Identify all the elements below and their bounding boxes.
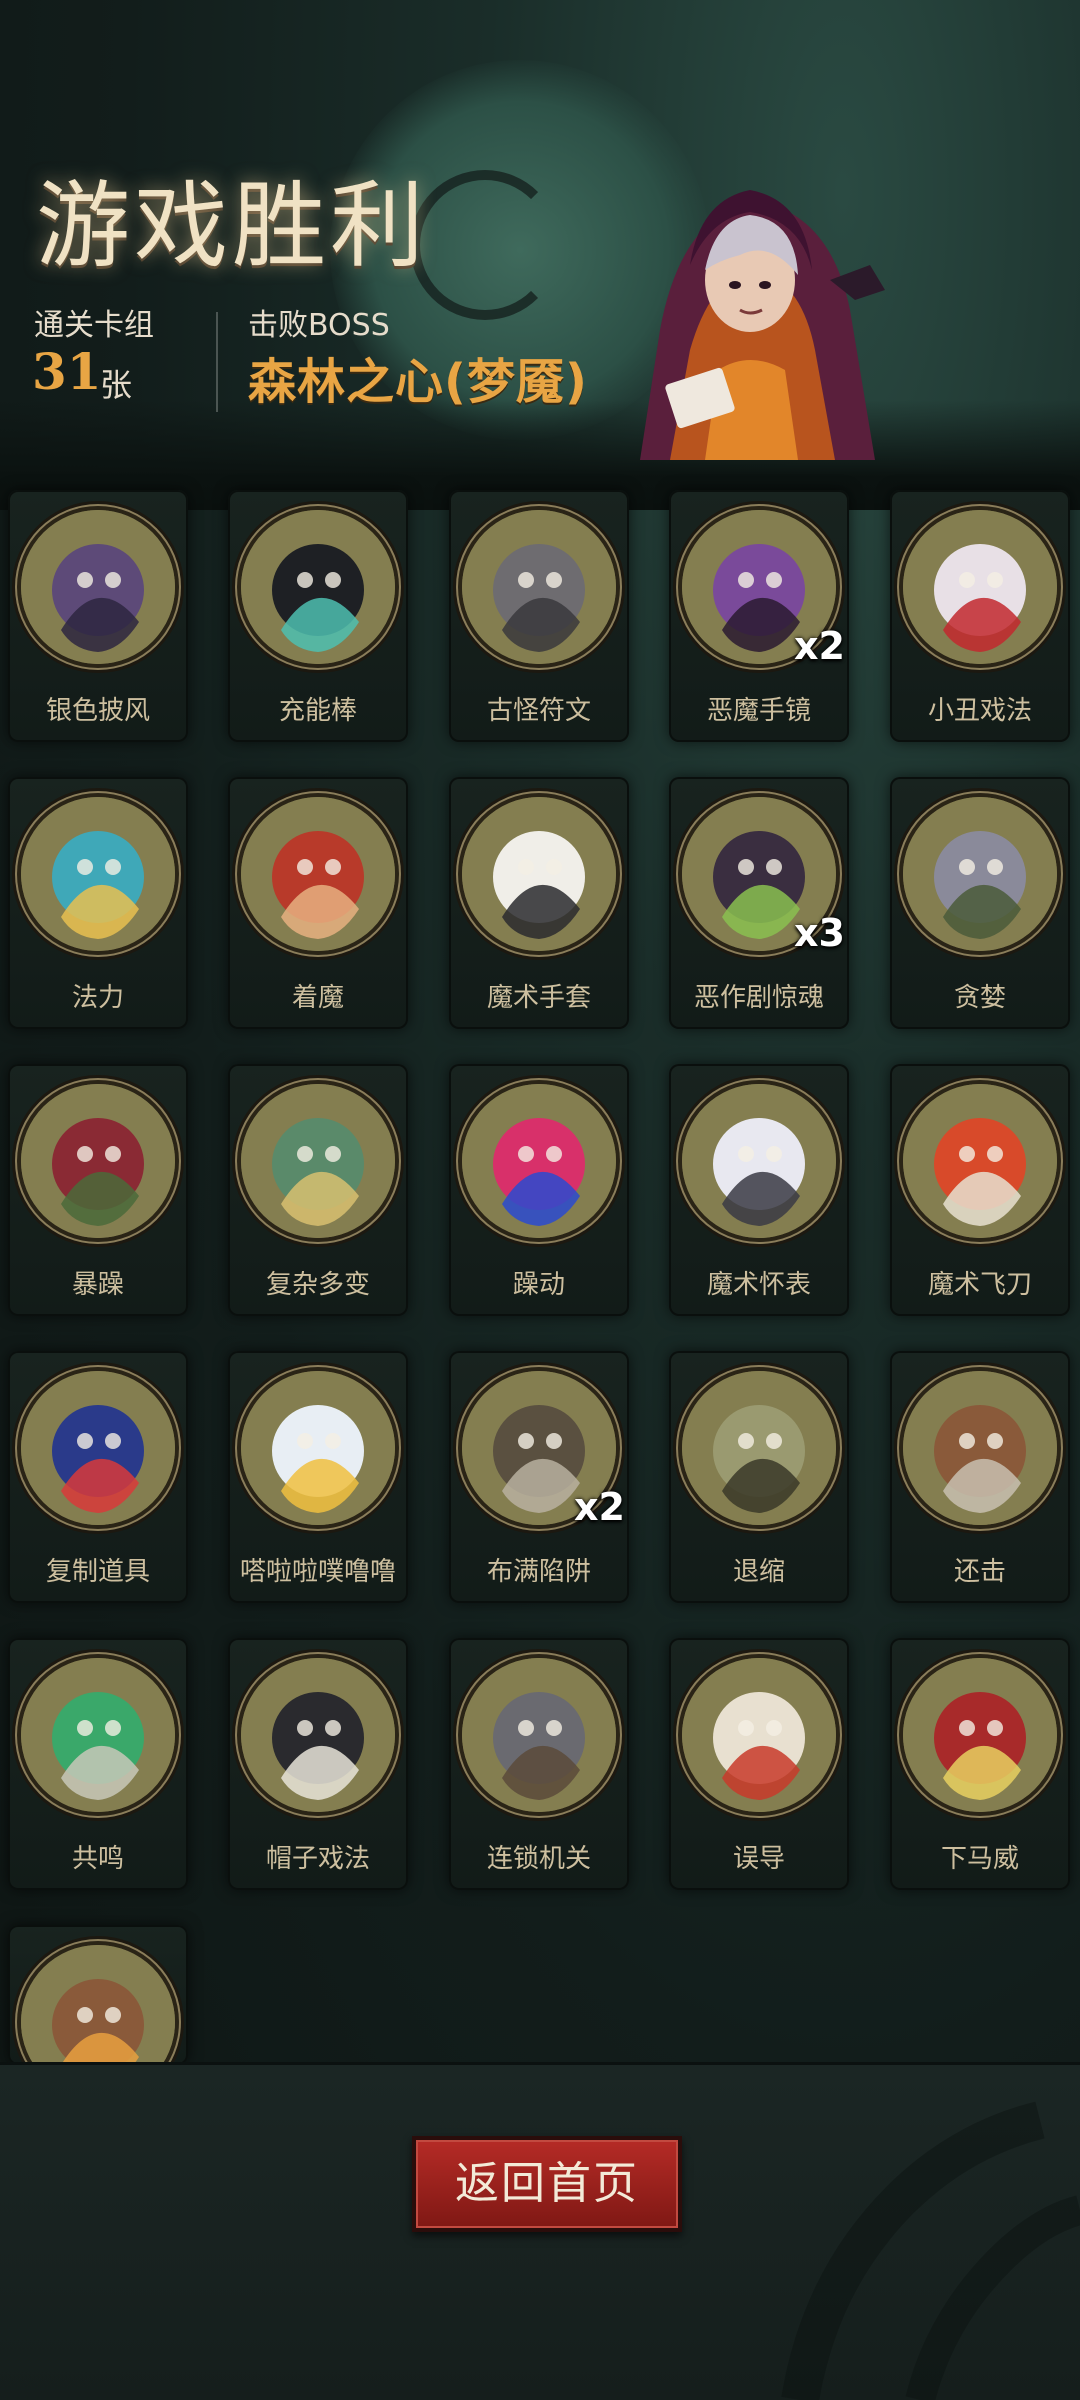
card-count-badge: x2 bbox=[794, 624, 845, 668]
card-label: 充能棒 bbox=[278, 696, 357, 726]
card-label: 银色披风 bbox=[45, 696, 150, 726]
card-label: 法力 bbox=[71, 983, 124, 1013]
card-label: 古怪符文 bbox=[486, 696, 591, 726]
card-label: 误导 bbox=[732, 1844, 785, 1874]
top-hat-rabbit-icon bbox=[241, 1658, 395, 1812]
card-label: 共鸣 bbox=[71, 1844, 124, 1874]
chain-trap-icon bbox=[462, 1658, 616, 1812]
card-label: 布满陷阱 bbox=[486, 1557, 591, 1587]
deck-label: 通关卡组 bbox=[34, 308, 154, 343]
card-item[interactable]: 贪婪 bbox=[890, 777, 1070, 1029]
card-item[interactable]: x2 布满陷阱 bbox=[449, 1351, 629, 1603]
card-item[interactable]: 银色披风 bbox=[8, 490, 188, 742]
card-label: 连锁机关 bbox=[486, 1844, 591, 1874]
retreat-icon bbox=[682, 1371, 836, 1525]
victory-screen: 游戏胜利 通关卡组 31 张 击败BOSS 森林之心(梦魇) 银色披风 充能棒 古怪… bbox=[0, 0, 1080, 2400]
magic-glove-icon bbox=[462, 797, 616, 951]
card-label: 复杂多变 bbox=[265, 1270, 370, 1300]
wand-icon bbox=[241, 510, 395, 664]
robot-girl-icon bbox=[241, 1371, 395, 1525]
card-label: 帽子戏法 bbox=[265, 1844, 370, 1874]
card-label: 小丑戏法 bbox=[927, 696, 1032, 726]
card-item[interactable]: 魔术飞刀 bbox=[890, 1064, 1070, 1316]
card-item[interactable]: 古怪符文 bbox=[449, 490, 629, 742]
owl-icon bbox=[21, 1945, 175, 2065]
card-label: 复制道具 bbox=[45, 1557, 150, 1587]
misdirection-skull-icon bbox=[682, 1658, 836, 1812]
rune-stone-icon bbox=[462, 510, 616, 664]
card-item[interactable]: x2 恶魔手镜 bbox=[669, 490, 849, 742]
card-item[interactable]: 误导 bbox=[669, 1638, 849, 1890]
card-label: 暴躁 bbox=[71, 1270, 124, 1300]
card-item[interactable]: 连锁机关 bbox=[449, 1638, 629, 1890]
card-item[interactable]: 暴躁 bbox=[8, 1064, 188, 1316]
card-item[interactable]: 还击 bbox=[890, 1351, 1070, 1603]
intimidation-icon bbox=[903, 1658, 1057, 1812]
card-label: 嗒啦啦噗噜噜 bbox=[239, 1557, 396, 1587]
card-label: 恶作剧惊魂 bbox=[693, 983, 824, 1013]
card-item[interactable]: 共鸣 bbox=[8, 1638, 188, 1890]
card-item[interactable]: 躁动 bbox=[449, 1064, 629, 1316]
pocket-watch-icon bbox=[682, 1084, 836, 1238]
cloak-icon bbox=[21, 510, 175, 664]
card-item[interactable]: 下马威 bbox=[890, 1638, 1070, 1890]
deck-unit: 张 bbox=[100, 366, 133, 404]
boss-label: 击败BOSS bbox=[248, 308, 390, 343]
card-item[interactable]: 着魔 bbox=[228, 777, 408, 1029]
knife-clown-icon bbox=[903, 1084, 1057, 1238]
card-label: 贪婪 bbox=[953, 983, 1006, 1013]
resonance-skulls-icon bbox=[21, 1658, 175, 1812]
card-item[interactable]: 复杂多变 bbox=[228, 1064, 408, 1316]
card-label: 退缩 bbox=[732, 1557, 785, 1587]
card-grid: 银色披风 充能棒 古怪符文 x2 恶魔手镜 小丑戏法法力 着魔 魔术手套 x3 恶作剧惊魂 贪婪暴躁… bbox=[0, 490, 1080, 2070]
card-label: 恶魔手镜 bbox=[706, 696, 811, 726]
deck-count: 31 bbox=[32, 342, 102, 401]
cube-cluster-icon bbox=[241, 1084, 395, 1238]
greedy-goblin-icon bbox=[903, 797, 1057, 951]
card-label: 还击 bbox=[953, 1557, 1006, 1587]
counterattack-icon bbox=[903, 1371, 1057, 1525]
card-label: 魔术飞刀 bbox=[927, 1270, 1032, 1300]
card-item[interactable]: 退缩 bbox=[669, 1351, 849, 1603]
return-home-button[interactable]: 返回首页 bbox=[412, 2136, 682, 2232]
duplicate-icon bbox=[21, 1371, 175, 1525]
card-item[interactable]: 小丑戏法 bbox=[890, 490, 1070, 742]
card-item[interactable] bbox=[8, 1925, 188, 2065]
card-item[interactable]: 法力 bbox=[8, 777, 188, 1029]
card-label: 躁动 bbox=[512, 1270, 565, 1300]
card-item[interactable]: 魔术手套 bbox=[449, 777, 629, 1029]
card-label: 魔术手套 bbox=[486, 983, 591, 1013]
result-header: 游戏胜利 通关卡组 31 张 击败BOSS 森林之心(梦魇) bbox=[0, 0, 1080, 460]
card-item[interactable]: 复制道具 bbox=[8, 1351, 188, 1603]
clown-icon bbox=[903, 510, 1057, 664]
witch-character-illustration bbox=[640, 190, 885, 460]
card-item[interactable]: 魔术怀表 bbox=[669, 1064, 849, 1316]
card-item[interactable]: x3 恶作剧惊魂 bbox=[669, 777, 849, 1029]
card-item[interactable]: 嗒啦啦噗噜噜 bbox=[228, 1351, 408, 1603]
card-count-badge: x2 bbox=[574, 1485, 625, 1529]
card-item[interactable]: 充能棒 bbox=[228, 490, 408, 742]
angry-ogre-icon bbox=[21, 1084, 175, 1238]
card-label: 魔术怀表 bbox=[706, 1270, 811, 1300]
stat-divider bbox=[216, 312, 218, 412]
card-label: 下马威 bbox=[940, 1844, 1019, 1874]
restless-flame-icon bbox=[462, 1084, 616, 1238]
possessed-man-icon bbox=[241, 797, 395, 951]
card-item[interactable]: 帽子戏法 bbox=[228, 1638, 408, 1890]
page-title: 游戏胜利 bbox=[36, 172, 429, 281]
tree-root-decoration bbox=[781, 2101, 1080, 2400]
card-count-badge: x3 bbox=[794, 911, 845, 955]
mana-orb-icon bbox=[21, 797, 175, 951]
boss-name: 森林之心(梦魇) bbox=[248, 354, 588, 410]
card-label: 着魔 bbox=[291, 983, 344, 1013]
